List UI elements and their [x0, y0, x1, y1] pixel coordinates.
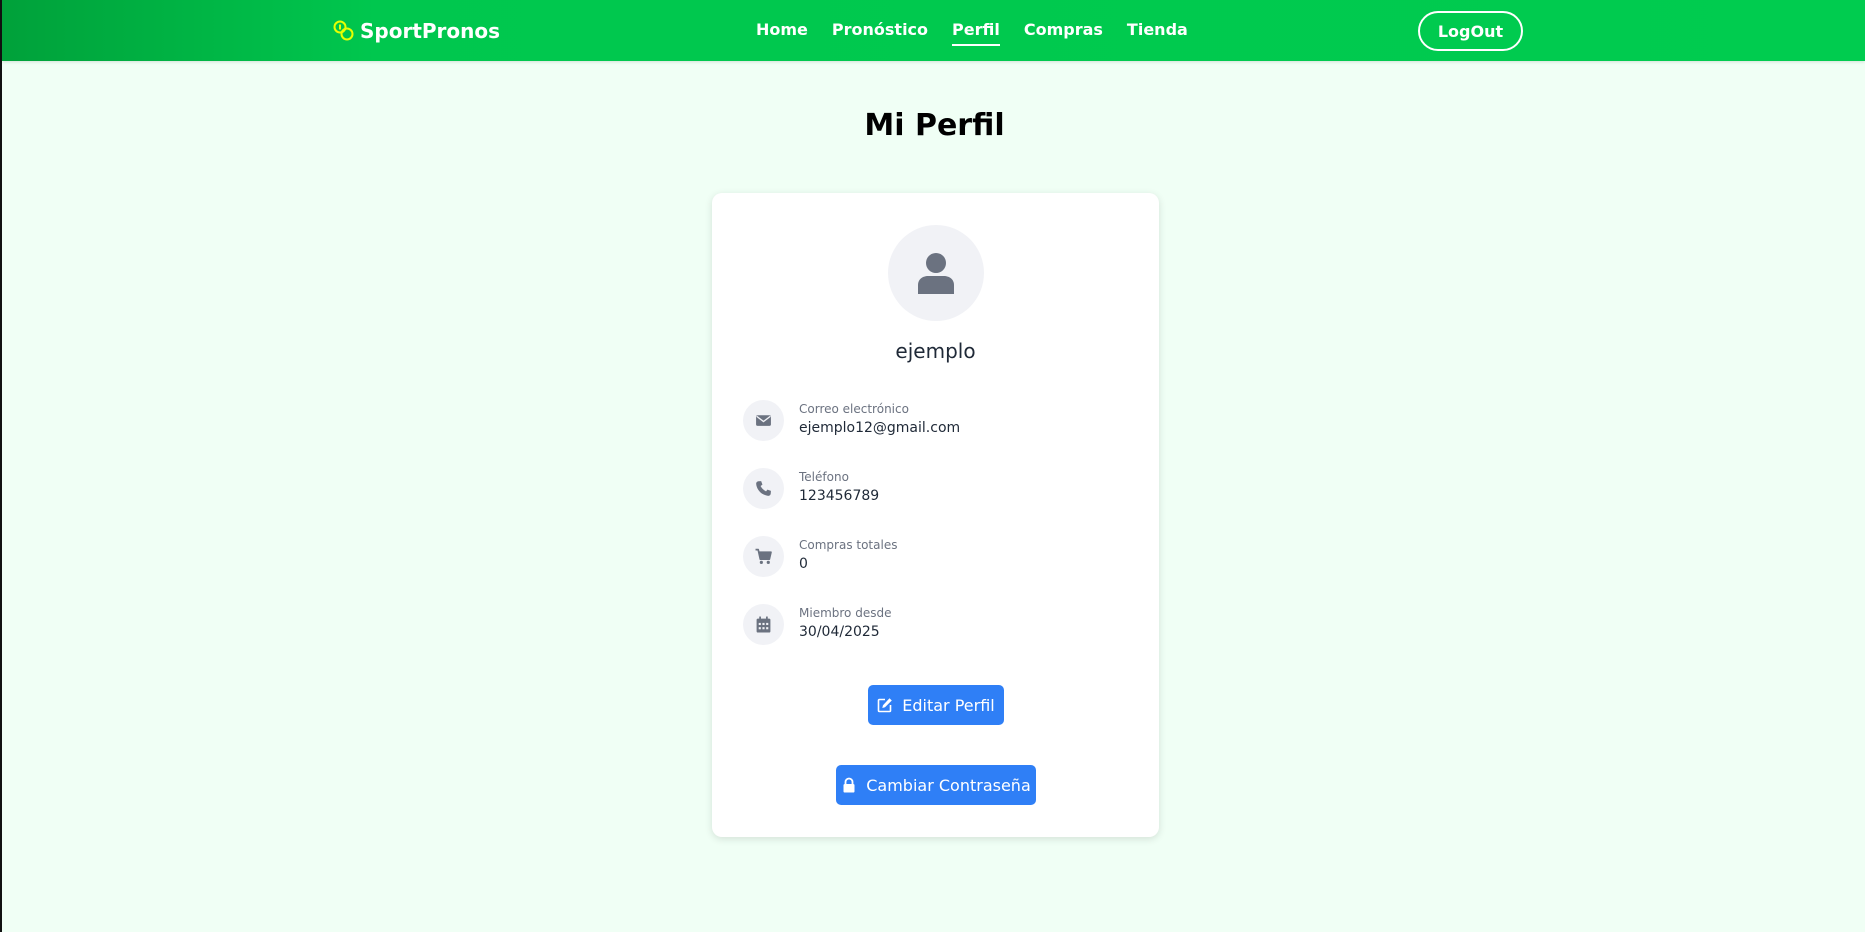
- info-row-member-since: Miembro desde 30/04/2025: [743, 604, 1133, 648]
- user-icon: [918, 253, 954, 294]
- phone-icon: [756, 481, 771, 496]
- main-nav: Home Pronóstico Perfil Compras Tienda: [756, 20, 1188, 46]
- info-icon-purchases: [743, 536, 784, 577]
- phone-value: 123456789: [799, 488, 880, 504]
- edit-icon: [877, 698, 893, 713]
- phone-label: Teléfono: [799, 470, 849, 484]
- purchases-label: Compras totales: [799, 538, 898, 552]
- info-row-purchases: Compras totales 0: [743, 536, 1133, 580]
- nav-home[interactable]: Home: [756, 20, 808, 46]
- info-row-email: Correo electrónico ejemplo12@gmail.com: [743, 400, 1133, 444]
- member-since-label: Miembro desde: [799, 606, 892, 620]
- email-value: ejemplo12@gmail.com: [799, 420, 961, 436]
- page-title: Mi Perfil: [864, 108, 1005, 143]
- nav-perfil[interactable]: Perfil: [952, 20, 1000, 46]
- nav-compras[interactable]: Compras: [1024, 20, 1103, 46]
- profile-username: ejemplo: [895, 339, 976, 363]
- brand-name: SportPronos: [360, 19, 501, 43]
- nav-pronostico[interactable]: Pronóstico: [832, 20, 928, 46]
- info-row-phone: Teléfono 123456789: [743, 468, 1133, 512]
- profile-card: ejemplo Correo electrónico ejemplo12@gma…: [712, 193, 1159, 837]
- nav-tienda[interactable]: Tienda: [1127, 20, 1188, 46]
- change-password-label: Cambiar Contraseña: [866, 775, 1031, 795]
- info-icon-member-since: [743, 604, 784, 645]
- brand-logo[interactable]: SportPronos: [332, 16, 500, 46]
- purchases-value: 0: [799, 556, 808, 572]
- email-label: Correo electrónico: [799, 402, 909, 416]
- cart-icon: [755, 548, 772, 564]
- change-password-button[interactable]: Cambiar Contraseña: [836, 765, 1036, 805]
- info-icon-email: [743, 400, 784, 441]
- edit-profile-button[interactable]: Editar Perfil: [868, 685, 1004, 725]
- envelope-icon: [756, 415, 771, 426]
- top-navbar: SportPronos Home Pronóstico Perfil Compr…: [2, 0, 1865, 61]
- lock-icon: [843, 777, 855, 793]
- edit-profile-label: Editar Perfil: [902, 695, 995, 715]
- calendar-icon: [756, 616, 771, 633]
- logout-button[interactable]: LogOut: [1418, 11, 1523, 51]
- member-since-value: 30/04/2025: [799, 624, 880, 640]
- coins-icon: [333, 20, 354, 41]
- avatar: [888, 225, 984, 321]
- info-icon-phone: [743, 468, 784, 509]
